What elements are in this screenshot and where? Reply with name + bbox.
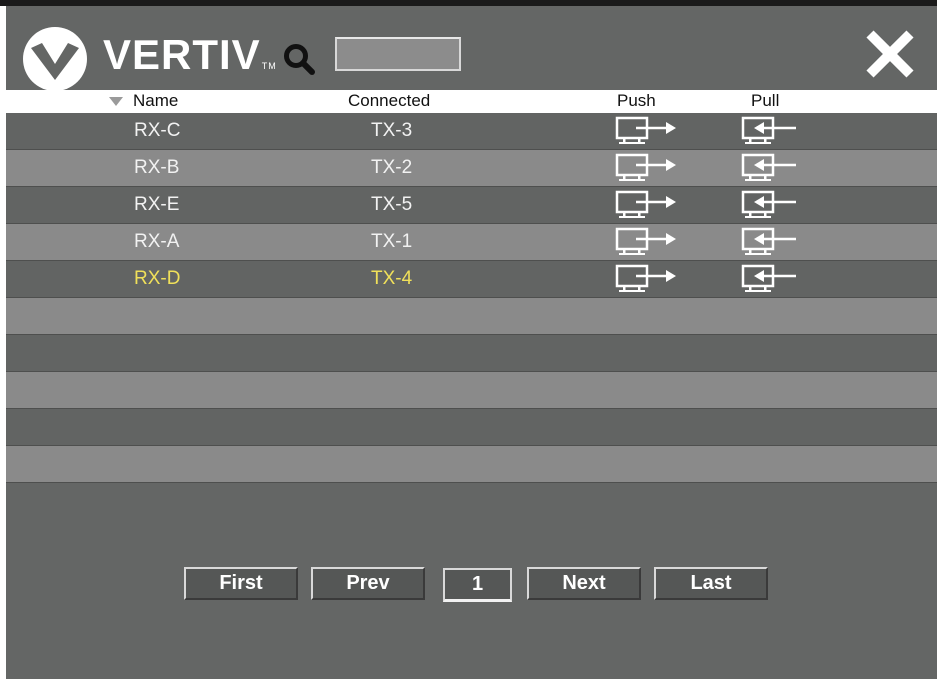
table-row[interactable]: RX-C TX-3 — [6, 113, 937, 150]
brand-name: VERTIV — [103, 31, 261, 78]
last-page-button[interactable]: Last — [654, 567, 768, 600]
table-row-selected[interactable]: RX-D TX-4 — [6, 261, 937, 298]
column-header-connected[interactable]: Connected — [348, 91, 430, 111]
sort-down-icon[interactable] — [109, 97, 123, 107]
table-row[interactable]: RX-B TX-2 — [6, 150, 937, 187]
pull-monitor-icon[interactable] — [740, 116, 802, 146]
vertiv-logo-icon — [23, 27, 87, 91]
receiver-name: RX-A — [134, 231, 180, 252]
push-monitor-icon[interactable] — [614, 190, 676, 220]
column-header-name[interactable]: Name — [133, 91, 178, 111]
current-page-indicator: 1 — [443, 568, 512, 602]
push-monitor-icon[interactable] — [614, 153, 676, 183]
connected-transmitter: TX-1 — [371, 231, 413, 252]
empty-row — [6, 298, 937, 335]
empty-row — [6, 335, 937, 372]
pull-monitor-icon[interactable] — [740, 153, 802, 183]
empty-row — [6, 372, 937, 409]
connected-transmitter: TX-5 — [371, 194, 413, 215]
empty-row — [6, 446, 937, 483]
next-page-button[interactable]: Next — [527, 567, 641, 600]
connected-transmitter: TX-2 — [371, 157, 413, 178]
pull-monitor-icon[interactable] — [740, 264, 802, 294]
column-header-push: Push — [617, 91, 656, 110]
table-row[interactable]: RX-A TX-1 — [6, 224, 937, 261]
app-window: VERTIVTM Name Connected Push Pull RX-C T… — [6, 6, 937, 679]
connected-transmitter: TX-4 — [371, 268, 413, 289]
push-monitor-icon[interactable] — [614, 227, 676, 257]
close-icon[interactable] — [864, 28, 916, 80]
pull-monitor-icon[interactable] — [740, 190, 802, 220]
search-input[interactable] — [335, 37, 461, 71]
receiver-name: RX-D — [134, 268, 181, 289]
table-row[interactable]: RX-E TX-5 — [6, 187, 937, 224]
table-header: Name Connected Push Pull — [6, 90, 937, 113]
push-monitor-icon[interactable] — [614, 116, 676, 146]
receiver-name: RX-C — [134, 120, 181, 141]
trademark-mark: TM — [261, 61, 277, 71]
connected-transmitter: TX-3 — [371, 120, 413, 141]
prev-page-button[interactable]: Prev — [311, 567, 425, 600]
pull-monitor-icon[interactable] — [740, 227, 802, 257]
empty-row — [6, 409, 937, 446]
brand-wordmark: VERTIVTM — [103, 34, 277, 76]
receiver-name: RX-B — [134, 157, 180, 178]
receiver-name: RX-E — [134, 194, 180, 215]
search-icon[interactable] — [282, 42, 316, 76]
push-monitor-icon[interactable] — [614, 264, 676, 294]
column-header-pull: Pull — [751, 91, 780, 110]
first-page-button[interactable]: First — [184, 567, 298, 600]
